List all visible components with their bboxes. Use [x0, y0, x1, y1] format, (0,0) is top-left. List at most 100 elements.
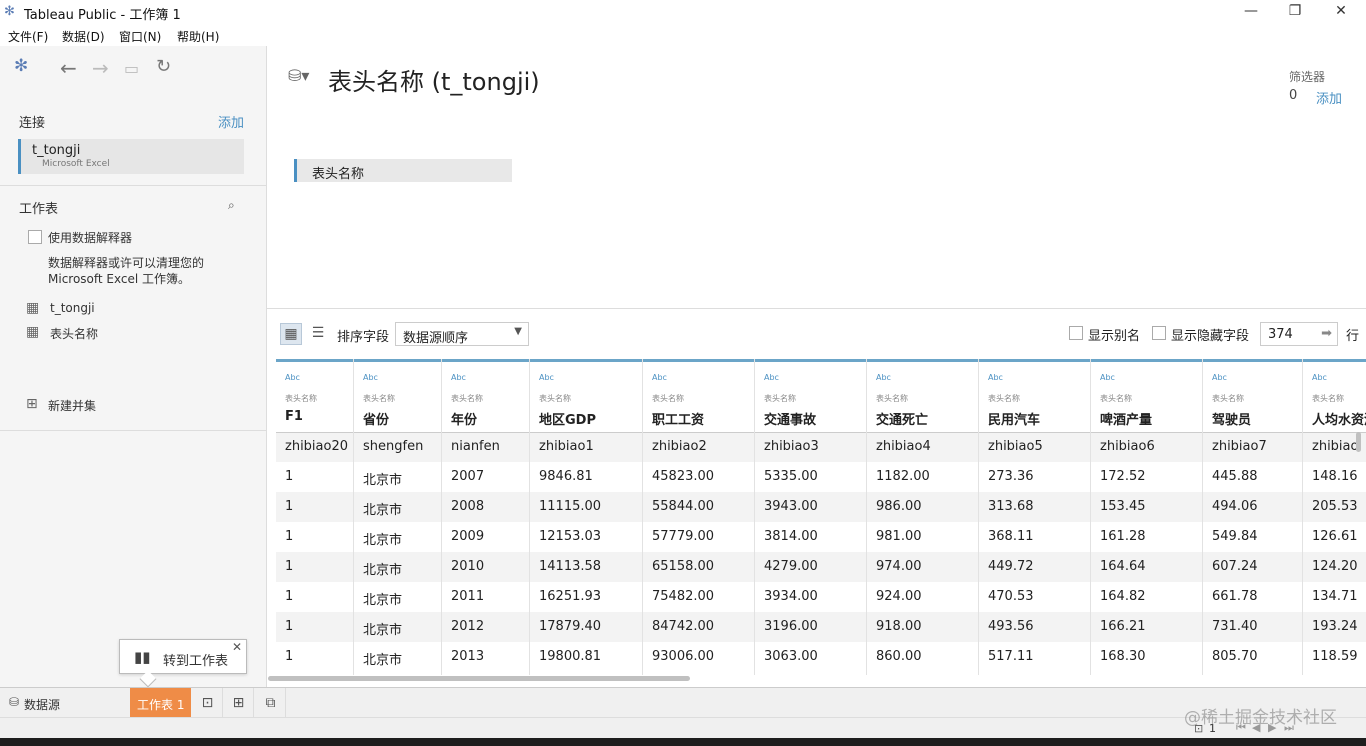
grid-view-icon[interactable]: ▦ — [280, 323, 302, 345]
field-name[interactable]: 年份 — [451, 409, 477, 428]
grid-column[interactable]: Abc 表头名称 交通事故 zhibiao3 5335.00 3943.00 3814.00… — [755, 359, 867, 675]
field-type-icon[interactable]: Abc — [1212, 373, 1227, 382]
field-source: 表头名称 — [1312, 394, 1344, 403]
table-cell: 19800.81 — [539, 649, 602, 664]
sheet-item-t-tongji[interactable]: t_tongji — [50, 301, 95, 315]
header-divider — [354, 432, 441, 433]
table-cell: 11115.00 — [539, 499, 602, 514]
field-name[interactable]: 驾驶员 — [1212, 409, 1251, 428]
grid-column[interactable]: Abc 表头名称 交通死亡 zhibiao4 1182.00 986.00 981.00 97… — [867, 359, 979, 675]
table-cell: 118.59 — [1312, 649, 1358, 664]
table-cell: 445.88 — [1212, 469, 1258, 484]
new-worksheet-icon[interactable]: ⊡ — [193, 688, 223, 718]
field-type-icon[interactable]: Abc — [652, 373, 667, 382]
field-name[interactable]: 啤酒产量 — [1100, 409, 1152, 428]
field-source: 表头名称 — [363, 394, 395, 403]
grid-column[interactable]: Abc 表头名称人均水资源 zhibiao 148.16 205.53 126.61 124… — [1303, 359, 1366, 675]
os-taskbar — [0, 738, 1366, 746]
field-name[interactable]: 人均水资源 — [1312, 409, 1366, 428]
table-cell: 517.11 — [988, 649, 1034, 664]
field-source: 表头名称 — [876, 394, 908, 403]
forward-arrow-icon[interactable]: → — [92, 56, 109, 80]
filters-count: 0 — [1289, 88, 1298, 103]
page-title[interactable]: 表头名称 (t_tongji) — [328, 62, 540, 97]
field-type-icon[interactable]: Abc — [539, 373, 554, 382]
header-divider — [643, 432, 754, 433]
table-cell: 731.40 — [1212, 619, 1258, 634]
field-type-icon[interactable]: Abc — [1100, 373, 1115, 382]
field-name[interactable]: 交通事故 — [764, 409, 816, 428]
new-story-icon[interactable]: ⧉ — [256, 688, 286, 718]
table-cell: 924.00 — [876, 589, 922, 604]
rows-input[interactable]: 374 ➡ — [1260, 322, 1338, 346]
arrow-right-icon[interactable]: ➡ — [1321, 326, 1332, 341]
table-cell: 1 — [285, 529, 294, 544]
grid-column[interactable]: Abc 表头名称 驾驶员 zhibiao7 445.88 494.06 549.84 607.… — [1203, 359, 1303, 675]
maximize-button[interactable]: ❐ — [1272, 2, 1318, 22]
interpreter-label: 使用数据解释器 — [48, 231, 133, 245]
field-name[interactable]: 省份 — [363, 409, 389, 428]
add-filter-link[interactable]: 添加 — [1316, 88, 1342, 107]
table-cell: 549.84 — [1212, 529, 1258, 544]
menu-help[interactable]: 帮助(H) — [177, 28, 219, 45]
grid-column[interactable]: Abc 表头名称 民用汽车 zhibiao5 273.36 313.68 368.11 449… — [979, 359, 1091, 675]
go-to-sheet-tooltip[interactable]: ▮▮ 转到工作表 ✕ — [119, 639, 247, 674]
field-name[interactable]: 地区GDP — [539, 409, 596, 428]
field-type-icon[interactable]: Abc — [988, 373, 1003, 382]
field-type-icon[interactable]: Abc — [451, 373, 466, 382]
table-cell: 164.64 — [1100, 559, 1146, 574]
horizontal-scrollbar[interactable] — [268, 676, 690, 681]
table-cell: 17879.40 — [539, 619, 602, 634]
divider — [0, 430, 266, 431]
close-button[interactable]: ✕ — [1318, 2, 1364, 22]
save-icon[interactable]: ▭ — [124, 59, 139, 78]
show-hidden-checkbox[interactable] — [1152, 326, 1166, 340]
new-union-item[interactable]: 新建并集 — [48, 397, 96, 414]
show-alias-checkbox[interactable] — [1069, 326, 1083, 340]
list-view-icon[interactable]: ☰ — [307, 323, 329, 345]
grid-column[interactable]: Abc 表头名称 职工工资 zhibiao2 45823.00 55844.00 57779… — [643, 359, 755, 675]
field-name[interactable]: F1 — [285, 409, 303, 424]
field-name[interactable]: 民用汽车 — [988, 409, 1040, 428]
tableau-home-icon[interactable]: ✻ — [14, 56, 28, 76]
grid-column[interactable]: Abc 表头名称 F1 zhibiao20 1 1 1 1 1 1 1 — [276, 359, 354, 675]
menu-data[interactable]: 数据(D) — [62, 28, 105, 45]
minimize-button[interactable]: — — [1228, 2, 1274, 22]
grid-column[interactable]: Abc 表头名称 年份 nianfen 2007 2008 2009 2010 2011 2012… — [442, 359, 530, 675]
canvas-table-pill[interactable]: 表头名称 — [294, 159, 512, 182]
menu-file[interactable]: 文件(F) — [8, 28, 48, 45]
field-name[interactable]: 交通死亡 — [876, 409, 928, 428]
tab-sheet-1[interactable]: 工作表 1 — [130, 688, 191, 718]
watermark: @稀土掘金技术社区 — [1184, 708, 1337, 728]
divider — [0, 185, 266, 186]
table-cell: 470.53 — [988, 589, 1034, 604]
grid-column[interactable]: Abc 表头名称 啤酒产量 zhibiao6 172.52 153.45 161.28 164… — [1091, 359, 1203, 675]
tab-data-source[interactable]: ⛁ 数据源 — [0, 688, 130, 718]
table-cell: 2007 — [451, 469, 485, 484]
back-arrow-icon[interactable]: ← — [60, 56, 77, 80]
field-name[interactable]: 职工工资 — [652, 409, 704, 428]
table-cell: 2012 — [451, 619, 485, 634]
field-type-icon[interactable]: Abc — [363, 373, 378, 382]
connection-name: t_tongji — [32, 143, 81, 158]
database-icon[interactable]: ⛁▾ — [288, 66, 309, 85]
header-divider — [530, 432, 642, 433]
field-type-icon[interactable]: Abc — [764, 373, 779, 382]
menu-window[interactable]: 窗口(N) — [119, 28, 161, 45]
sort-dropdown[interactable]: 数据源顺序 ▼ — [395, 322, 529, 346]
grid-column[interactable]: Abc 表头名称 省份 shengfen 北京市 北京市 北京市 北京市 北京市 北京市 北京市 — [354, 359, 442, 675]
close-icon[interactable]: ✕ — [232, 640, 242, 654]
connection-item[interactable]: t_tongji Microsoft Excel — [18, 139, 244, 174]
add-connection-link[interactable]: 添加 — [218, 112, 244, 131]
search-icon[interactable]: ⌕ — [228, 198, 235, 213]
refresh-icon[interactable]: ↻ — [156, 56, 171, 77]
field-type-icon[interactable]: Abc — [1312, 373, 1327, 382]
interpreter-checkbox[interactable] — [28, 230, 42, 244]
grid-column[interactable]: Abc 表头名称 地区GDP zhibiao1 9846.81 11115.00 12153… — [530, 359, 643, 675]
canvas-table-name: 表头名称 — [312, 167, 365, 182]
new-dashboard-icon[interactable]: ⊞ — [224, 688, 254, 718]
vertical-scrollbar[interactable] — [1356, 432, 1361, 452]
sheet-item-header-name[interactable]: 表头名称 — [50, 325, 98, 342]
field-type-icon[interactable]: Abc — [876, 373, 891, 382]
field-type-icon[interactable]: Abc — [285, 373, 300, 382]
